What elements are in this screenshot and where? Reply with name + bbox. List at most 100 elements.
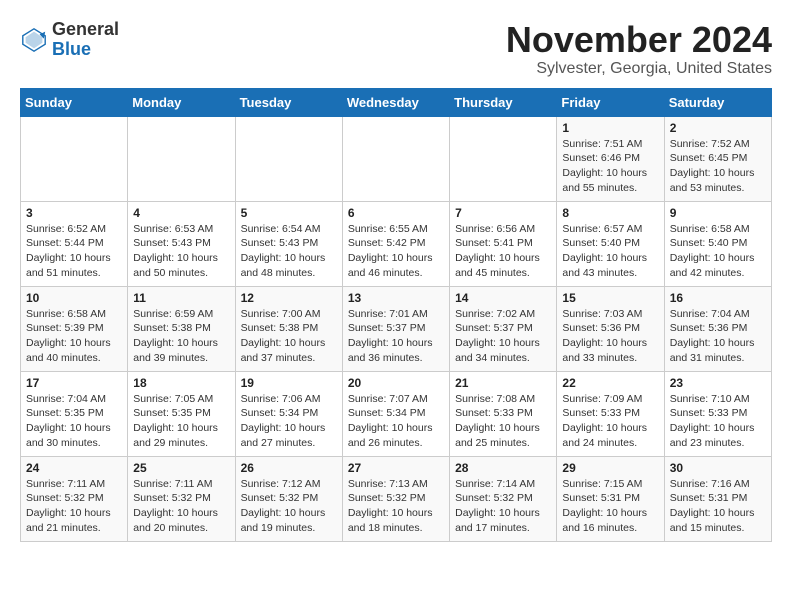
calendar-cell: 22 Sunrise: 7:09 AM Sunset: 5:33 PM Dayli… <box>557 371 664 456</box>
calendar-cell: 28 Sunrise: 7:14 AM Sunset: 5:32 PM Dayli… <box>450 456 557 541</box>
calendar-cell: 8Sunrise: 6:57 AM Sunset: 5:40 PM Daylig… <box>557 201 664 286</box>
calendar-cell: 26 Sunrise: 7:12 AM Sunset: 5:32 PM Dayli… <box>235 456 342 541</box>
day-info: Sunrise: 6:58 AM Sunset: 5:39 PM Dayligh… <box>26 307 122 366</box>
day-number: 11 <box>133 291 229 305</box>
day-info: Sunrise: 6:52 AM Sunset: 5:44 PM Dayligh… <box>26 222 122 281</box>
logo: General Blue <box>20 20 119 60</box>
day-info: Sunrise: 7:06 AM Sunset: 5:34 PM Dayligh… <box>241 392 337 451</box>
day-number: 16 <box>670 291 766 305</box>
weekday-header-sunday: Sunday <box>21 88 128 116</box>
calendar-title: November 2024 <box>506 20 772 60</box>
title-block: November 2024 Sylvester, Georgia, United… <box>506 20 772 78</box>
day-number: 2 <box>670 121 766 135</box>
calendar-cell: 19 Sunrise: 7:06 AM Sunset: 5:34 PM Dayli… <box>235 371 342 456</box>
day-info: Sunrise: 7:52 AM Sunset: 6:45 PM Dayligh… <box>670 137 766 196</box>
day-number: 29 <box>562 461 658 475</box>
day-number: 18 <box>133 376 229 390</box>
day-number: 12 <box>241 291 337 305</box>
calendar-cell <box>235 116 342 201</box>
day-info: Sunrise: 7:13 AM Sunset: 5:32 PM Dayligh… <box>348 477 444 536</box>
week-row-2: 3 Sunrise: 6:52 AM Sunset: 5:44 PM Daylig… <box>21 201 772 286</box>
calendar-cell: 4 Sunrise: 6:53 AM Sunset: 5:43 PM Daylig… <box>128 201 235 286</box>
week-row-3: 10Sunrise: 6:58 AM Sunset: 5:39 PM Dayli… <box>21 286 772 371</box>
weekday-header-saturday: Saturday <box>664 88 771 116</box>
day-info: Sunrise: 7:09 AM Sunset: 5:33 PM Dayligh… <box>562 392 658 451</box>
day-info: Sunrise: 7:05 AM Sunset: 5:35 PM Dayligh… <box>133 392 229 451</box>
day-number: 21 <box>455 376 551 390</box>
calendar-cell: 9Sunrise: 6:58 AM Sunset: 5:40 PM Daylig… <box>664 201 771 286</box>
calendar-cell: 20Sunrise: 7:07 AM Sunset: 5:34 PM Dayli… <box>342 371 449 456</box>
day-number: 27 <box>348 461 444 475</box>
day-info: Sunrise: 7:51 AM Sunset: 6:46 PM Dayligh… <box>562 137 658 196</box>
header: General Blue November 2024 Sylvester, Ge… <box>20 20 772 78</box>
day-info: Sunrise: 7:02 AM Sunset: 5:37 PM Dayligh… <box>455 307 551 366</box>
day-number: 24 <box>26 461 122 475</box>
day-info: Sunrise: 7:04 AM Sunset: 5:36 PM Dayligh… <box>670 307 766 366</box>
day-number: 26 <box>241 461 337 475</box>
day-number: 9 <box>670 206 766 220</box>
day-number: 1 <box>562 121 658 135</box>
week-row-1: 1 Sunrise: 7:51 AM Sunset: 6:46 PM Daylig… <box>21 116 772 201</box>
calendar-cell: 27 Sunrise: 7:13 AM Sunset: 5:32 PM Dayli… <box>342 456 449 541</box>
day-info: Sunrise: 7:08 AM Sunset: 5:33 PM Dayligh… <box>455 392 551 451</box>
day-number: 25 <box>133 461 229 475</box>
calendar-cell: 29 Sunrise: 7:15 AM Sunset: 5:31 PM Dayli… <box>557 456 664 541</box>
day-number: 3 <box>26 206 122 220</box>
calendar-cell: 30Sunrise: 7:16 AM Sunset: 5:31 PM Dayli… <box>664 456 771 541</box>
weekday-header-tuesday: Tuesday <box>235 88 342 116</box>
calendar-cell: 13 Sunrise: 7:01 AM Sunset: 5:37 PM Dayli… <box>342 286 449 371</box>
day-number: 15 <box>562 291 658 305</box>
day-number: 8 <box>562 206 658 220</box>
calendar-cell <box>450 116 557 201</box>
calendar-cell: 6 Sunrise: 6:55 AM Sunset: 5:42 PM Daylig… <box>342 201 449 286</box>
day-info: Sunrise: 6:54 AM Sunset: 5:43 PM Dayligh… <box>241 222 337 281</box>
week-row-5: 24 Sunrise: 7:11 AM Sunset: 5:32 PM Dayli… <box>21 456 772 541</box>
day-number: 4 <box>133 206 229 220</box>
day-info: Sunrise: 7:14 AM Sunset: 5:32 PM Dayligh… <box>455 477 551 536</box>
day-info: Sunrise: 7:12 AM Sunset: 5:32 PM Dayligh… <box>241 477 337 536</box>
calendar-cell: 2 Sunrise: 7:52 AM Sunset: 6:45 PM Daylig… <box>664 116 771 201</box>
weekday-header-row: SundayMondayTuesdayWednesdayThursdayFrid… <box>21 88 772 116</box>
day-number: 22 <box>562 376 658 390</box>
calendar-table: SundayMondayTuesdayWednesdayThursdayFrid… <box>20 88 772 542</box>
day-info: Sunrise: 7:11 AM Sunset: 5:32 PM Dayligh… <box>26 477 122 536</box>
weekday-header-friday: Friday <box>557 88 664 116</box>
calendar-cell <box>21 116 128 201</box>
weekday-header-thursday: Thursday <box>450 88 557 116</box>
day-info: Sunrise: 6:53 AM Sunset: 5:43 PM Dayligh… <box>133 222 229 281</box>
calendar-cell: 17Sunrise: 7:04 AM Sunset: 5:35 PM Dayli… <box>21 371 128 456</box>
calendar-cell: 25 Sunrise: 7:11 AM Sunset: 5:32 PM Dayli… <box>128 456 235 541</box>
day-info: Sunrise: 7:03 AM Sunset: 5:36 PM Dayligh… <box>562 307 658 366</box>
day-info: Sunrise: 7:15 AM Sunset: 5:31 PM Dayligh… <box>562 477 658 536</box>
calendar-cell <box>342 116 449 201</box>
day-number: 19 <box>241 376 337 390</box>
day-info: Sunrise: 6:55 AM Sunset: 5:42 PM Dayligh… <box>348 222 444 281</box>
day-number: 13 <box>348 291 444 305</box>
weekday-header-wednesday: Wednesday <box>342 88 449 116</box>
day-number: 14 <box>455 291 551 305</box>
day-number: 23 <box>670 376 766 390</box>
day-info: Sunrise: 7:04 AM Sunset: 5:35 PM Dayligh… <box>26 392 122 451</box>
calendar-cell: 7Sunrise: 6:56 AM Sunset: 5:41 PM Daylig… <box>450 201 557 286</box>
calendar-cell <box>128 116 235 201</box>
day-info: Sunrise: 7:00 AM Sunset: 5:38 PM Dayligh… <box>241 307 337 366</box>
calendar-cell: 24 Sunrise: 7:11 AM Sunset: 5:32 PM Dayli… <box>21 456 128 541</box>
logo-icon <box>20 26 48 54</box>
calendar-cell: 10Sunrise: 6:58 AM Sunset: 5:39 PM Dayli… <box>21 286 128 371</box>
day-number: 30 <box>670 461 766 475</box>
day-info: Sunrise: 6:56 AM Sunset: 5:41 PM Dayligh… <box>455 222 551 281</box>
day-info: Sunrise: 7:11 AM Sunset: 5:32 PM Dayligh… <box>133 477 229 536</box>
day-number: 5 <box>241 206 337 220</box>
weekday-header-monday: Monday <box>128 88 235 116</box>
day-number: 6 <box>348 206 444 220</box>
day-number: 28 <box>455 461 551 475</box>
calendar-cell: 12 Sunrise: 7:00 AM Sunset: 5:38 PM Dayli… <box>235 286 342 371</box>
calendar-cell: 18 Sunrise: 7:05 AM Sunset: 5:35 PM Dayli… <box>128 371 235 456</box>
calendar-cell: 15 Sunrise: 7:03 AM Sunset: 5:36 PM Dayli… <box>557 286 664 371</box>
calendar-cell: 14 Sunrise: 7:02 AM Sunset: 5:37 PM Dayli… <box>450 286 557 371</box>
day-info: Sunrise: 7:01 AM Sunset: 5:37 PM Dayligh… <box>348 307 444 366</box>
week-row-4: 17Sunrise: 7:04 AM Sunset: 5:35 PM Dayli… <box>21 371 772 456</box>
calendar-cell: 1 Sunrise: 7:51 AM Sunset: 6:46 PM Daylig… <box>557 116 664 201</box>
logo-blue-text: Blue <box>52 39 91 59</box>
day-info: Sunrise: 7:07 AM Sunset: 5:34 PM Dayligh… <box>348 392 444 451</box>
